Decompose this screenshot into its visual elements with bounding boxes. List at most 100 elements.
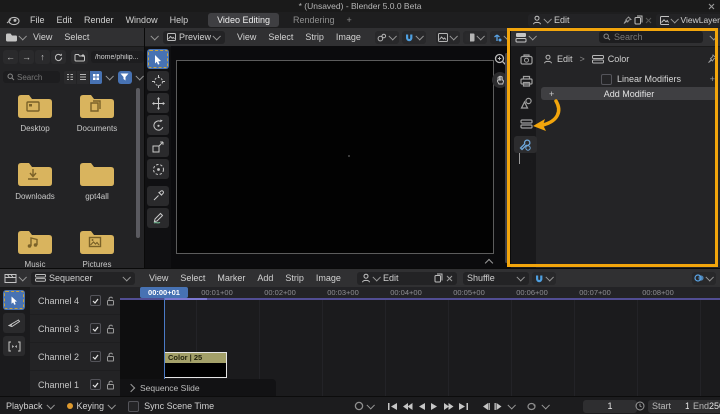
tab-video-editing[interactable]: Video Editing bbox=[208, 13, 279, 27]
seq-menu-strip[interactable]: Strip bbox=[279, 273, 310, 283]
path-field[interactable]: /home/philip... bbox=[90, 51, 144, 63]
channel-visibility-checkbox[interactable] bbox=[90, 379, 101, 390]
prev-keyframe-button[interactable] bbox=[400, 400, 415, 413]
properties-editor-icon[interactable] bbox=[515, 32, 527, 43]
chevron-down-icon[interactable] bbox=[528, 32, 537, 41]
tweak-tool-button[interactable] bbox=[147, 49, 169, 69]
unlock-icon[interactable] bbox=[106, 296, 115, 306]
blade-tool-button[interactable] bbox=[3, 313, 25, 333]
tab-strip-properties[interactable] bbox=[516, 117, 536, 130]
close-window-icon[interactable] bbox=[708, 3, 715, 10]
duplicate-icon[interactable] bbox=[434, 273, 443, 283]
tab-render-properties[interactable] bbox=[516, 52, 536, 65]
blender-logo-icon[interactable] bbox=[6, 15, 20, 26]
tab-scene-properties[interactable] bbox=[516, 96, 536, 109]
rotate-tool-button[interactable] bbox=[147, 115, 169, 135]
menu-edit[interactable]: Edit bbox=[51, 15, 79, 25]
display-vertical-list-button[interactable] bbox=[63, 70, 76, 84]
create-directory-button[interactable] bbox=[71, 50, 88, 64]
extras-plus[interactable]: + bbox=[710, 74, 715, 84]
folder-item-downloads[interactable]: Downloads bbox=[4, 158, 66, 201]
tab-output-properties[interactable] bbox=[516, 74, 536, 87]
unlock-icon[interactable] bbox=[106, 352, 115, 362]
move-tool-button[interactable] bbox=[147, 93, 169, 113]
seq-menu-select[interactable]: Select bbox=[174, 273, 211, 283]
jump-to-end-button[interactable] bbox=[456, 400, 471, 413]
chevron-down-icon[interactable] bbox=[105, 72, 114, 81]
sequencer-timeline[interactable]: 00:01+00 00:02+00 00:03+00 00:04+00 00:0… bbox=[120, 287, 720, 397]
tab-modifier-properties-active[interactable] bbox=[514, 136, 537, 153]
color-strip[interactable]: Color | 25 bbox=[164, 352, 227, 378]
preview-menu-select[interactable]: Select bbox=[262, 32, 299, 42]
collapse-region-icon[interactable] bbox=[484, 258, 494, 268]
pin-icon[interactable] bbox=[623, 15, 632, 25]
auto-keying-toggle[interactable] bbox=[354, 401, 376, 411]
scene-selector[interactable]: Edit bbox=[528, 13, 636, 27]
channel-visibility-checkbox[interactable] bbox=[90, 323, 101, 334]
jump-to-start-button[interactable] bbox=[385, 400, 400, 413]
display-channels-toggle[interactable] bbox=[435, 30, 460, 44]
keying-menu[interactable]: Keying bbox=[66, 401, 117, 411]
annotate-tool-button[interactable] bbox=[147, 208, 169, 228]
chevron-down-icon[interactable] bbox=[18, 32, 27, 41]
menu-window[interactable]: Window bbox=[120, 15, 164, 25]
sequencer-view-mode-select[interactable]: Sequencer bbox=[31, 271, 135, 285]
unlock-icon[interactable] bbox=[106, 380, 115, 390]
filter-toggle-button[interactable] bbox=[117, 70, 132, 84]
preview-menu-view[interactable]: View bbox=[231, 32, 262, 42]
sequencer-scene-selector[interactable]: Edit bbox=[356, 271, 457, 285]
linear-modifiers-checkbox[interactable] bbox=[601, 73, 612, 85]
more-tabs-chevron-icon[interactable] bbox=[519, 153, 520, 164]
preview-viewport[interactable] bbox=[171, 46, 510, 268]
current-frame-field[interactable]: 1 bbox=[583, 399, 637, 413]
file-menu-select[interactable]: Select bbox=[58, 32, 95, 42]
unlock-icon[interactable] bbox=[106, 324, 115, 334]
parent-dir-button[interactable]: ↑ bbox=[35, 50, 51, 64]
preview-menu-image[interactable]: Image bbox=[330, 32, 367, 42]
file-menu-view[interactable]: View bbox=[27, 32, 58, 42]
timeline-ruler[interactable]: 00:01+00 00:02+00 00:03+00 00:04+00 00:0… bbox=[120, 287, 720, 298]
chevron-down-icon[interactable] bbox=[541, 401, 551, 410]
cursor-tool-button[interactable] bbox=[147, 71, 169, 91]
add-workspace-button[interactable]: + bbox=[347, 15, 352, 25]
play-button[interactable] bbox=[428, 400, 441, 413]
sync-checkbox[interactable] bbox=[128, 400, 140, 412]
folder-item-gpt4all[interactable]: gpt4all bbox=[66, 158, 128, 201]
chevron-down-icon[interactable] bbox=[150, 32, 159, 41]
snapping-toggle[interactable] bbox=[401, 30, 426, 44]
preview-scrollbar[interactable] bbox=[505, 53, 508, 263]
folder-item-pictures[interactable]: Pictures bbox=[66, 226, 128, 269]
playhead-frame-badge[interactable]: 00:00+01 bbox=[140, 287, 188, 298]
folder-item-documents[interactable]: Documents bbox=[66, 90, 128, 133]
menu-help[interactable]: Help bbox=[164, 15, 195, 25]
forward-button[interactable]: → bbox=[19, 50, 35, 64]
new-scene-button[interactable] bbox=[632, 14, 645, 27]
preview-display-mode-select[interactable]: Preview bbox=[163, 30, 226, 44]
start-frame-field[interactable]: Start 1 bbox=[648, 399, 694, 413]
prev-frame-button[interactable] bbox=[479, 400, 492, 413]
unlink-icon[interactable] bbox=[446, 275, 453, 282]
seq-menu-add[interactable]: Add bbox=[251, 273, 279, 283]
end-frame-field[interactable]: End 250 bbox=[689, 399, 720, 413]
next-keyframe-button[interactable] bbox=[441, 400, 456, 413]
channel-visibility-checkbox[interactable] bbox=[90, 295, 101, 306]
breadcrumb-strip[interactable]: Color bbox=[608, 54, 630, 64]
sequencer-editor-icon[interactable] bbox=[4, 273, 17, 284]
retiming-tool-button[interactable] bbox=[3, 336, 25, 356]
view-layer-selector[interactable]: ViewLayer bbox=[656, 13, 720, 27]
display-thumbnail-button[interactable] bbox=[89, 70, 102, 84]
tab-rendering[interactable]: Rendering bbox=[289, 13, 339, 27]
chevron-down-icon[interactable] bbox=[709, 32, 718, 41]
properties-search-input[interactable]: Search bbox=[599, 31, 703, 43]
folder-item-desktop[interactable]: Desktop bbox=[4, 90, 66, 133]
channel-visibility-checkbox[interactable] bbox=[90, 351, 101, 362]
playback-menu[interactable]: Playback bbox=[6, 401, 55, 411]
expand-panel-icon[interactable] bbox=[126, 383, 136, 393]
seq-select-tool-button[interactable] bbox=[3, 290, 25, 310]
back-button[interactable]: ← bbox=[3, 50, 19, 64]
seq-menu-view[interactable]: View bbox=[143, 273, 174, 283]
sync-scene-time-toggle[interactable]: Sync Scene Time bbox=[128, 400, 214, 412]
chevron-down-icon[interactable] bbox=[135, 72, 144, 81]
file-browser-editor-icon[interactable] bbox=[5, 32, 17, 42]
display-shading-toggle[interactable] bbox=[462, 30, 487, 44]
